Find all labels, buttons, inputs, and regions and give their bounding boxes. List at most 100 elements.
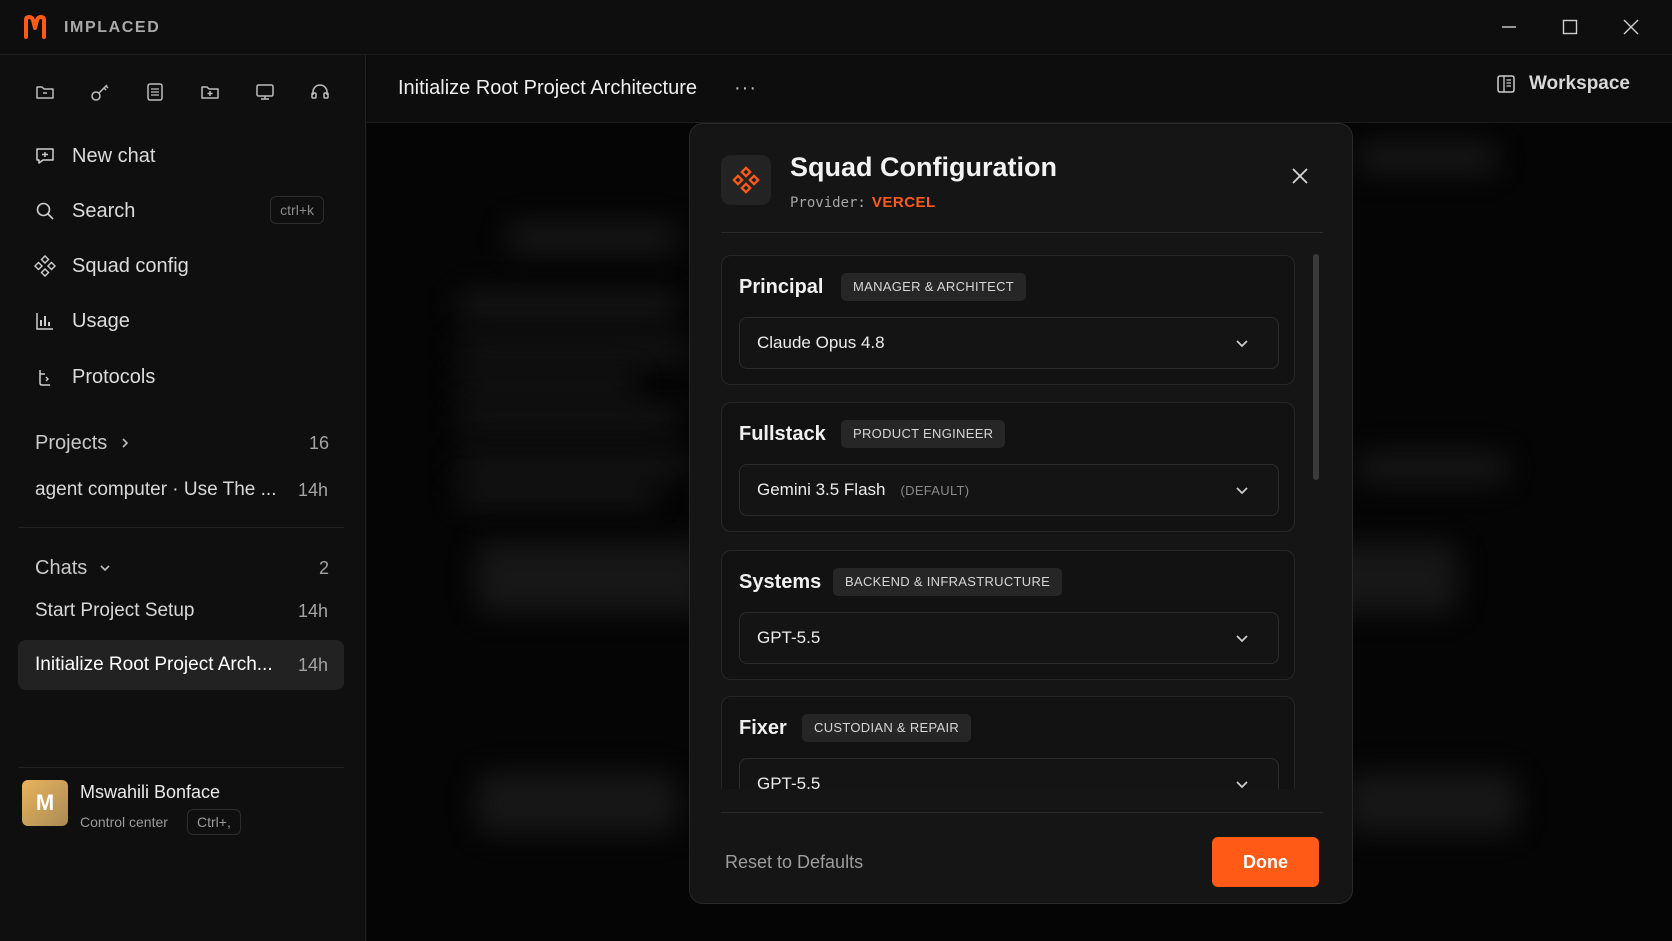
app-logo: [24, 15, 46, 39]
search-icon: [34, 200, 56, 222]
role-tag: BACKEND & INFRASTRUCTURE: [833, 568, 1063, 596]
nav-label: Search: [72, 199, 136, 222]
squad-config-logo: [721, 155, 771, 205]
monitor-icon: [256, 84, 274, 100]
default-badge: (DEFAULT): [900, 482, 970, 498]
chevron-right-icon: [119, 437, 131, 449]
sidebar: New chat Search ctrl+k Squad config Usag…: [0, 55, 366, 941]
app-name: IMPLACED: [64, 19, 161, 36]
chevron-down-icon: [1234, 776, 1250, 789]
project-item[interactable]: agent computer · Use The ... 14h: [18, 465, 344, 515]
maximize-icon: [1562, 19, 1578, 35]
chat-time: 14h: [297, 600, 328, 621]
done-button[interactable]: Done: [1212, 837, 1319, 887]
selected-model: Gemini 3.5 Flash: [757, 480, 886, 499]
nav-squad-config[interactable]: Squad config: [18, 244, 344, 288]
nav-protocols[interactable]: Protocols: [18, 355, 344, 399]
projects-section-header[interactable]: Projects 16: [18, 422, 344, 464]
role-tag: PRODUCT ENGINEER: [841, 420, 1006, 448]
selected-model: GPT-5.5: [757, 774, 821, 789]
model-select-fixer[interactable]: GPT-5.5: [739, 758, 1279, 789]
chats-section-header[interactable]: Chats 2: [18, 547, 344, 589]
model-select-fullstack[interactable]: Gemini 3.5 Flash (DEFAULT): [739, 464, 1279, 516]
workspace-label: Workspace: [1528, 73, 1630, 94]
minimize-button[interactable]: [1496, 14, 1522, 40]
modal-title: Squad Configuration: [790, 152, 1057, 182]
more-options-button[interactable]: ···: [734, 77, 757, 100]
chat-icon: [34, 145, 56, 167]
squad-icon: [732, 166, 760, 194]
section-label: Projects: [35, 431, 108, 454]
squad-icon: [34, 255, 56, 277]
quick-folder-button[interactable]: [32, 79, 58, 105]
selected-model: GPT-5.5: [757, 628, 821, 647]
chevron-down-icon: [1234, 482, 1250, 503]
reset-defaults-button[interactable]: Reset to Defaults: [725, 852, 863, 873]
quick-monitor-button[interactable]: [252, 79, 278, 105]
title-bar: IMPLACED: [0, 0, 1672, 55]
modal-divider: [721, 232, 1323, 233]
chat-item-active[interactable]: Initialize Root Project Arch... 14h: [18, 640, 344, 690]
bar-chart-icon: [34, 310, 56, 332]
user-name[interactable]: Mswahili Bonface: [80, 782, 220, 803]
provider-value: VERCEL: [871, 194, 936, 211]
workspace-button[interactable]: Workspace: [1495, 73, 1630, 95]
project-time: 14h: [297, 479, 328, 500]
chevron-down-icon: [1234, 335, 1250, 356]
chat-title: Initialize Root Project Arch...: [35, 654, 273, 675]
roles-list: Principal MANAGER & ARCHITECT Claude Opu…: [721, 255, 1311, 789]
chat-time: 14h: [297, 654, 328, 675]
key-icon: [91, 84, 109, 101]
minimize-icon: [1502, 26, 1516, 28]
main-header: Initialize Root Project Architecture ···…: [367, 55, 1672, 123]
modal-divider: [721, 812, 1323, 813]
section-label: Chats: [35, 556, 88, 579]
close-icon: [1623, 19, 1639, 35]
chats-count: 2: [318, 557, 329, 578]
maximize-button[interactable]: [1557, 14, 1583, 40]
search-shortcut: ctrl+k: [270, 196, 324, 224]
provider-line: Provider: VERCEL: [790, 194, 936, 211]
quick-new-folder-button[interactable]: [197, 79, 223, 105]
folder-add-icon: [201, 86, 219, 99]
role-name: Principal: [739, 276, 824, 298]
nav-label: Usage: [72, 309, 130, 332]
workspace-icon: [1497, 75, 1515, 93]
selected-model: Claude Opus 4.8: [757, 333, 885, 352]
sidebar-divider: [18, 527, 344, 528]
provider-label: Provider:: [790, 195, 866, 211]
model-select-principal[interactable]: Claude Opus 4.8: [739, 317, 1279, 369]
project-title: agent computer · Use The ...: [35, 479, 275, 500]
close-window-button[interactable]: [1618, 14, 1644, 40]
modal-scrollbar-thumb[interactable]: [1313, 254, 1319, 480]
role-name: Systems: [739, 571, 822, 593]
control-center-shortcut: Ctrl+,: [187, 809, 241, 835]
quick-support-button[interactable]: [307, 79, 333, 105]
role-tag: CUSTODIAN & REPAIR: [802, 714, 972, 742]
quick-table-button[interactable]: [142, 79, 168, 105]
nav-label: Protocols: [72, 365, 156, 388]
page-title: Initialize Root Project Architecture: [398, 77, 698, 99]
close-modal-button[interactable]: [1288, 164, 1312, 188]
chat-item[interactable]: Start Project Setup 14h: [18, 586, 344, 636]
user-subtitle: Control center: [80, 814, 168, 830]
close-icon: [1292, 168, 1308, 184]
model-select-systems[interactable]: GPT-5.5: [739, 612, 1279, 664]
chat-title: Start Project Setup: [35, 600, 195, 621]
chevron-down-icon: [1234, 630, 1250, 651]
nav-label: Squad config: [72, 254, 189, 277]
role-card-systems: Systems BACKEND & INFRASTRUCTURE GPT-5.5: [721, 550, 1295, 680]
folder-icon: [36, 86, 54, 99]
role-name: Fullstack: [739, 423, 826, 445]
nav-new-chat[interactable]: New chat: [18, 134, 344, 178]
protocol-icon: [34, 366, 56, 388]
role-tag: MANAGER & ARCHITECT: [841, 273, 1026, 301]
quick-key-button[interactable]: [87, 79, 113, 105]
nav-label: New chat: [72, 144, 156, 167]
nav-usage[interactable]: Usage: [18, 299, 344, 343]
role-card-principal: Principal MANAGER & ARCHITECT Claude Opu…: [721, 255, 1295, 385]
sidebar-divider: [18, 767, 344, 768]
chevron-down-icon: [99, 562, 111, 574]
nav-search[interactable]: Search ctrl+k: [18, 189, 344, 233]
avatar[interactable]: M: [22, 780, 68, 826]
